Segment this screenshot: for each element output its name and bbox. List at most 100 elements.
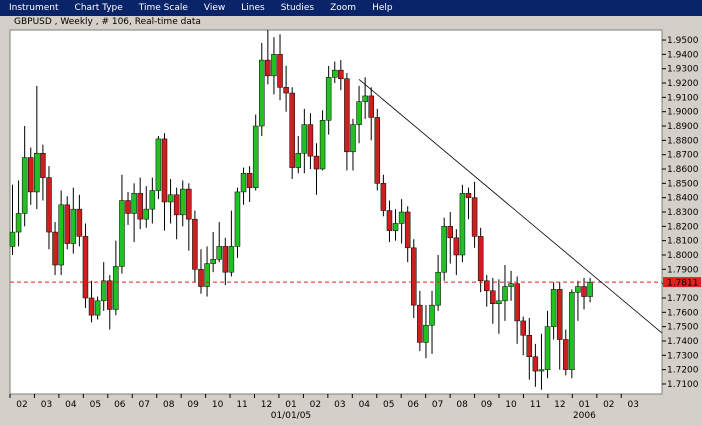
menu-item-instrument[interactable]: Instrument bbox=[0, 0, 66, 16]
candle-body-up bbox=[9, 231, 16, 247]
candle-body-down bbox=[283, 87, 289, 94]
candle-body-down bbox=[246, 173, 253, 188]
x-tick-label: 11 bbox=[530, 400, 541, 410]
x-tick-label: 12 bbox=[261, 400, 272, 410]
candle-body-down bbox=[380, 183, 387, 211]
candle-body-up bbox=[398, 211, 405, 224]
candle-body-up bbox=[301, 124, 308, 154]
candle-body-down bbox=[471, 197, 478, 237]
candle bbox=[569, 289, 575, 379]
candle-body-up bbox=[15, 213, 22, 233]
candle-body-up bbox=[435, 271, 441, 306]
candle-body-down bbox=[307, 124, 314, 157]
y-tick-label: 1.8300 bbox=[667, 208, 699, 218]
candle-body-up bbox=[569, 292, 575, 370]
x-tick-label: 04 bbox=[65, 400, 77, 410]
candle-body-down bbox=[453, 237, 460, 256]
candle-body-up bbox=[58, 204, 64, 266]
y-tick-label: 1.9400 bbox=[667, 50, 699, 60]
candle-body-up bbox=[508, 283, 514, 287]
x-tick-label: 11 bbox=[236, 400, 247, 410]
candle-body-down bbox=[447, 226, 454, 239]
candle-body-up bbox=[100, 280, 107, 302]
candle-body-down bbox=[563, 339, 569, 370]
x-tick-label: 08 bbox=[456, 400, 468, 410]
candle-body-up bbox=[210, 259, 216, 264]
menu-bar: Instrument Chart Type Time Scale View Lines S… bbox=[0, 0, 702, 16]
candle-body-down bbox=[46, 177, 52, 233]
candle-body-up bbox=[21, 157, 28, 214]
y-tick-label: 1.8600 bbox=[667, 165, 699, 175]
candle-body-down bbox=[344, 78, 350, 153]
candle-body-up bbox=[204, 263, 210, 287]
chart-title: GBPUSD , Weekly , # 106, Real-time data bbox=[14, 17, 201, 27]
candle-body-down bbox=[514, 283, 520, 322]
candle-body-down bbox=[313, 155, 320, 170]
menu-item-zoom[interactable]: Zoom bbox=[321, 0, 363, 16]
y-tick-label: 1.9300 bbox=[667, 65, 699, 75]
x-axis: 02 03 04 05 06 07 08 09 10 11 12 01 02 03 04 05 06 07 08 09… bbox=[9, 394, 639, 421]
x-tick-label: 03 bbox=[334, 400, 345, 410]
y-tick-label: 1.7500 bbox=[667, 323, 699, 333]
candle-body-up bbox=[538, 369, 545, 372]
x-tick-label: 03 bbox=[628, 400, 639, 410]
candle-body-down bbox=[581, 286, 587, 297]
menu-item-time-scale[interactable]: Time Scale bbox=[130, 0, 195, 16]
y-tick-label: 1.8000 bbox=[667, 251, 699, 261]
candle-body-up bbox=[94, 300, 101, 316]
candle-body-up bbox=[131, 193, 137, 214]
y-tick-label: 1.9200 bbox=[667, 79, 699, 89]
y-tick-label: 1.9500 bbox=[667, 36, 699, 46]
y-tick-label: 1.7300 bbox=[667, 351, 699, 361]
current-price-label: 1.7811 bbox=[667, 279, 699, 289]
candle bbox=[459, 184, 466, 263]
candle-body-up bbox=[423, 324, 429, 343]
x-tick-label: 10 bbox=[212, 400, 224, 410]
candle-body-down bbox=[404, 211, 411, 249]
y-tick-label: 1.7200 bbox=[667, 366, 699, 376]
x-tick-label: 07 bbox=[432, 400, 443, 410]
x-tick-label: 08 bbox=[163, 400, 175, 410]
candle-body-down bbox=[107, 280, 113, 310]
candle-body-down bbox=[465, 193, 472, 198]
x-tick-label: 01 bbox=[579, 400, 590, 410]
x-tick-label: 02 bbox=[310, 400, 321, 410]
candle-body-down bbox=[338, 69, 344, 79]
candle bbox=[252, 114, 259, 191]
candle-body-up bbox=[331, 69, 338, 78]
candle-body-up bbox=[149, 190, 156, 210]
menu-item-lines[interactable]: Lines bbox=[232, 0, 271, 16]
candle-body-down bbox=[222, 246, 229, 273]
candle-body-down bbox=[82, 236, 89, 299]
menu-item-help[interactable]: Help bbox=[363, 0, 400, 16]
candle-body-up bbox=[319, 120, 326, 170]
x-tick-label: 09 bbox=[481, 400, 493, 410]
candle-body-up bbox=[587, 281, 593, 297]
menu-item-view[interactable]: View bbox=[195, 0, 232, 16]
candle-body-down bbox=[490, 290, 496, 304]
y-tick-label: 1.7700 bbox=[667, 294, 699, 304]
candle-body-down bbox=[52, 231, 58, 266]
candle-body-up bbox=[325, 77, 332, 121]
candlestick-chart[interactable]: 1.9500 1.9400 1.9300 1.9200 1.9100 1.9000 1.89… bbox=[0, 16, 702, 426]
x-tick-label: 09 bbox=[187, 400, 199, 410]
candle-body-up bbox=[34, 152, 40, 193]
y-axis: 1.9500 1.9400 1.9300 1.9200 1.9100 1.9000 1.89… bbox=[662, 36, 701, 390]
menu-item-chart-type[interactable]: Chart Type bbox=[66, 0, 130, 16]
candle-body-up bbox=[502, 286, 508, 302]
x-tick-label: 10 bbox=[505, 400, 517, 410]
candle-body-down bbox=[532, 356, 539, 372]
candle-body-down bbox=[161, 138, 168, 203]
candle-body-up bbox=[234, 191, 241, 247]
candle-body-down bbox=[192, 218, 198, 270]
x-tick-label: 07 bbox=[139, 400, 150, 410]
candle-body-down bbox=[289, 92, 295, 168]
candle-body-up bbox=[70, 208, 77, 244]
y-tick-label: 1.9100 bbox=[667, 93, 699, 103]
candle-body-up bbox=[295, 152, 302, 168]
candle-body-up bbox=[392, 223, 399, 231]
candle-body-up bbox=[259, 59, 265, 127]
candle-body-up bbox=[228, 246, 235, 273]
y-tick-label: 1.7900 bbox=[667, 265, 699, 275]
menu-item-studies[interactable]: Studies bbox=[272, 0, 321, 16]
